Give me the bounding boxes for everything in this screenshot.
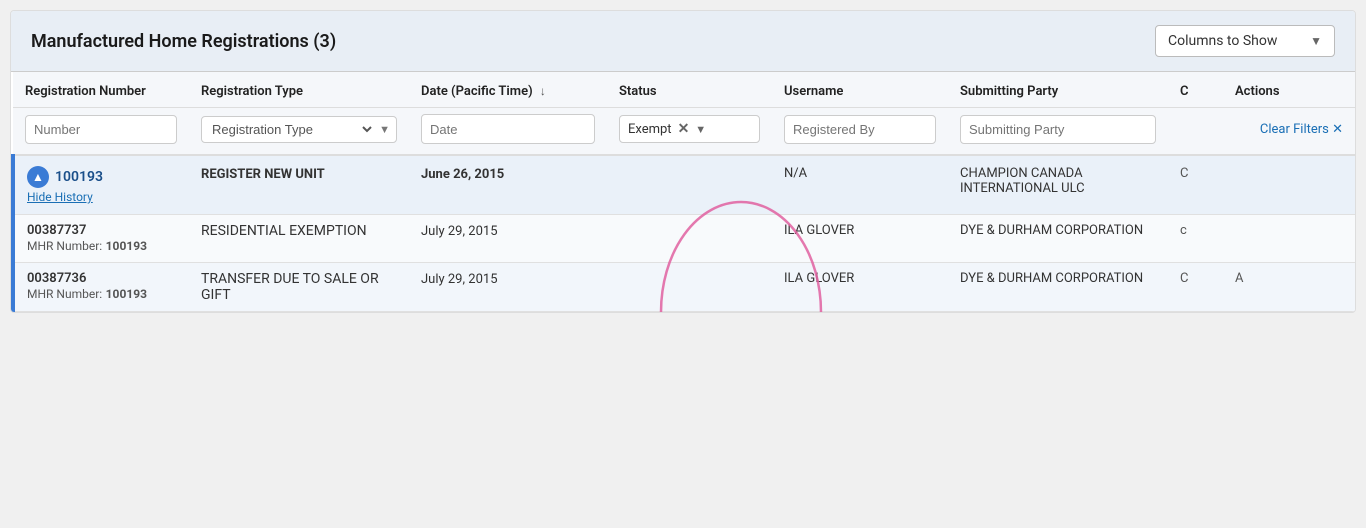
col-header-reg-type: Registration Type [189,72,409,108]
chevron-down-icon: ▼ [1310,34,1322,48]
status-cell-child1 [607,215,772,263]
table-row: 00387737 MHR Number: 100193 RESIDENTIAL … [13,215,1355,263]
date-cell: June 26, 2015 [409,155,607,215]
filter-date-input[interactable] [422,116,595,143]
reg-type-value-2: TRANSFER DUE TO SALE OR GIFT [201,271,379,303]
col-header-username: Username [772,72,948,108]
page-header: Manufactured Home Registrations (3) Colu… [11,11,1355,72]
filter-clear-cell: Clear Filters ✕ [1223,108,1355,156]
col-header-reg-number: Registration Number [13,72,189,108]
status-cell [607,155,772,215]
filter-status-value: Exempt [628,122,672,137]
clear-filters-link[interactable]: Clear Filters ✕ [1260,122,1343,137]
chevron-up-icon: ▲ [32,170,44,184]
mhr-value: 100193 [106,239,147,253]
date-cell-child1: July 29, 2015 [409,215,607,263]
chevron-down-icon[interactable]: ▼ [695,123,706,136]
page-count: (3) [313,31,336,52]
col-header-date: Date (Pacific Time) ↓ [409,72,607,108]
filter-submitting-party-input[interactable] [960,115,1156,144]
actions-cell-2: A [1223,263,1355,312]
columns-button-label: Columns to Show [1168,33,1277,49]
mhr-label: MHR Number: [27,239,102,253]
reg-type-value: REGISTER NEW UNIT [201,167,325,182]
sort-arrow-icon[interactable]: ↓ [540,84,546,98]
reg-type-cell: REGISTER NEW UNIT [189,155,409,215]
filter-reg-type-select[interactable]: Registration Type [208,121,375,138]
reg-number-value: 100193 [55,169,103,185]
filter-date-wrap: 📅 [421,114,595,144]
reg-number-primary-wrap: ▲ 100193 [27,166,177,188]
filter-reg-type-cell: Registration Type ▼ [189,108,409,156]
filter-status-wrap: Exempt ✕ ▼ [619,115,760,143]
date-value: June 26, 2015 [421,167,504,182]
filter-status-cell: Exempt ✕ ▼ [607,108,772,156]
submitting-party-cell: CHAMPION CANADA INTERNATIONAL ULC [948,155,1168,215]
submitting-party-cell-child2: DYE & DURHAM CORPORATION [948,263,1168,312]
reg-type-cell-child2: TRANSFER DUE TO SALE OR GIFT [189,263,409,312]
table-header-row: Registration Number Registration Type Da… [13,72,1355,108]
expand-button[interactable]: ▲ [27,166,49,188]
table-row: ▲ 100193 Hide History REGISTER NEW UNIT … [13,155,1355,215]
date-value-2: July 29, 2015 [421,272,498,287]
filter-row: Registration Type ▼ 📅 Exempt [13,108,1355,156]
extra-cell-2: C [1168,263,1223,312]
col-header-status: Status [607,72,772,108]
filter-username-cell [772,108,948,156]
mhr-reg-number: 00387737 [27,223,177,238]
filter-extra-cell [1168,108,1223,156]
reg-number-cell-child1: 00387737 MHR Number: 100193 [13,215,189,263]
hide-history-link[interactable]: Hide History [27,190,177,204]
filter-reg-type-wrap: Registration Type ▼ [201,116,397,143]
reg-type-cell-child1: RESIDENTIAL EXEMPTION [189,215,409,263]
reg-number-cell-child2: 00387736 MHR Number: 100193 [13,263,189,312]
filter-number-cell [13,108,189,156]
table-container: Registration Number Registration Type Da… [11,72,1355,312]
filter-number-input[interactable] [25,115,177,144]
reg-number-cell: ▲ 100193 Hide History [13,155,189,215]
username-cell-child2: ILA GLOVER [772,263,948,312]
col-header-submitting-party: Submitting Party [948,72,1168,108]
actions-cell-0 [1223,155,1355,215]
actions-cell-1 [1223,215,1355,263]
page-title: Manufactured Home Registrations (3) [31,31,336,52]
username-cell-child1: ILA GLOVER [772,215,948,263]
filter-submitting-party-cell [948,108,1168,156]
date-value: July 29, 2015 [421,224,498,239]
reg-type-value: RESIDENTIAL EXEMPTION [201,223,367,239]
username-cell: N/A [772,155,948,215]
submitting-party-cell-child1: DYE & DURHAM CORPORATION [948,215,1168,263]
extra-cell-0: C [1168,155,1223,215]
page-title-text: Manufactured Home Registrations [31,31,309,52]
status-cell-child2 [607,263,772,312]
col-header-actions: Actions [1223,72,1355,108]
mhr-label-2: MHR Number: [27,287,102,301]
filter-date-cell: 📅 [409,108,607,156]
chevron-down-icon: ▼ [379,123,390,136]
mhr-reg-number-2: 00387736 [27,271,177,286]
date-cell-child2: July 29, 2015 [409,263,607,312]
extra-cell-1: c [1168,215,1223,263]
table-row: 00387736 MHR Number: 100193 TRANSFER DUE… [13,263,1355,312]
filter-status-clear-icon[interactable]: ✕ [678,121,690,137]
mhr-value-2: 100193 [106,287,147,301]
filter-username-input[interactable] [784,115,936,144]
col-header-extra: C [1168,72,1223,108]
columns-to-show-button[interactable]: Columns to Show ▼ [1155,25,1335,57]
registrations-table: Registration Number Registration Type Da… [11,72,1355,312]
